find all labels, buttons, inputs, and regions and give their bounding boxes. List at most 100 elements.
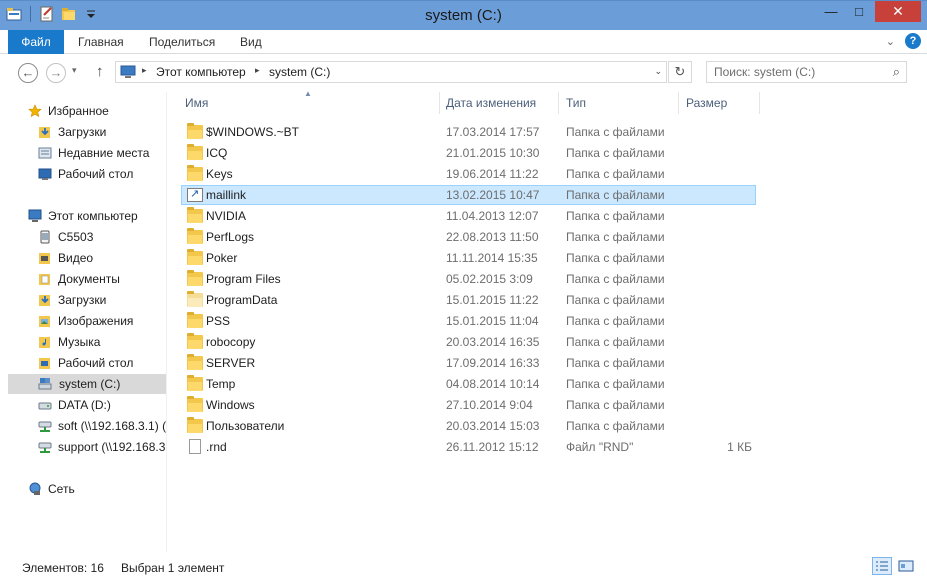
nav-system-c[interactable]: system (C:)	[8, 374, 166, 394]
title-bar: system (C:) — □ ✕	[0, 0, 927, 30]
computer-icon	[28, 209, 42, 223]
nav-device-c5503[interactable]: C5503	[36, 227, 166, 247]
nav-this-pc[interactable]: Этот компьютер	[26, 206, 166, 226]
minimize-button[interactable]: —	[818, 1, 844, 22]
column-divider[interactable]	[678, 92, 679, 114]
tab-share[interactable]: Поделиться	[149, 30, 215, 54]
refresh-button[interactable]: ↻	[668, 61, 692, 83]
table-row-selected[interactable]: maillink 13.02.2015 10:47 Папка с файлам…	[181, 185, 756, 205]
search-input[interactable]: Поиск: system (C:) ⌕	[706, 61, 907, 83]
table-row[interactable]: SERVER 17.09.2014 16:33 Папка с файлами	[181, 353, 756, 373]
tab-view[interactable]: Вид	[240, 30, 262, 54]
file-type: Папка с файлами	[566, 146, 665, 160]
details-view-button[interactable]	[872, 557, 892, 575]
nav-music[interactable]: Музыка	[36, 332, 166, 352]
close-button[interactable]: ✕	[875, 1, 921, 22]
up-button[interactable]: ↑	[96, 63, 104, 80]
column-size[interactable]: Размер	[686, 96, 727, 110]
nav-network[interactable]: Сеть	[26, 479, 166, 499]
back-button[interactable]: ←	[18, 63, 38, 83]
address-bar[interactable]: ▸ Этот компьютер ▸ system (C:) ⌄	[115, 61, 667, 83]
column-date[interactable]: Дата изменения	[446, 96, 536, 110]
table-row[interactable]: Keys 19.06.2014 11:22 Папка с файлами	[181, 164, 756, 184]
folder-icon	[187, 207, 203, 223]
nav-network-drive-soft[interactable]: soft (\\192.168.3.1) (	[36, 416, 166, 436]
table-row[interactable]: robocopy 20.03.2014 16:35 Папка с файлам…	[181, 332, 756, 352]
file-type: Папка с файлами	[566, 209, 665, 223]
file-name: ProgramData	[206, 293, 278, 307]
downloads-folder-icon	[38, 125, 52, 139]
table-row[interactable]: .rnd 26.11.2012 15:12 Файл "RND" 1 КБ	[181, 437, 756, 457]
column-type[interactable]: Тип	[566, 96, 586, 110]
column-divider[interactable]	[759, 92, 760, 114]
file-type: Папка с файлами	[566, 377, 665, 391]
table-row[interactable]: $WINDOWS.~BT 17.03.2014 17:57 Папка с фа…	[181, 122, 756, 142]
help-icon[interactable]: ?	[905, 33, 921, 49]
file-type: Папка с файлами	[566, 356, 665, 370]
nav-fav-desktop[interactable]: Рабочий стол	[36, 164, 166, 184]
column-divider[interactable]	[558, 92, 559, 114]
file-type: Папка с файлами	[566, 251, 665, 265]
network-icon	[28, 482, 42, 496]
large-icons-view-button[interactable]	[896, 557, 916, 575]
file-name: robocopy	[206, 335, 256, 349]
item-count: Элементов: 16	[22, 561, 104, 575]
downloads-folder-icon	[38, 293, 52, 307]
breadcrumb-separator[interactable]: ▸	[255, 65, 260, 76]
breadcrumb-separator[interactable]: ▸	[142, 65, 147, 76]
expand-ribbon-icon[interactable]: ⌄	[886, 35, 895, 48]
device-icon	[38, 230, 52, 244]
table-row[interactable]: Temp 04.08.2014 10:14 Папка с файлами	[181, 374, 756, 394]
maximize-button[interactable]: □	[846, 1, 872, 22]
table-row[interactable]: Poker 11.11.2014 15:35 Папка с файлами	[181, 248, 756, 268]
file-date: 04.08.2014 10:14	[446, 377, 540, 391]
file-date: 15.01.2015 11:04	[446, 314, 539, 328]
search-icon[interactable]: ⌕	[893, 64, 900, 80]
nav-videos[interactable]: Видео	[36, 248, 166, 268]
file-date: 15.01.2015 11:22	[446, 293, 539, 307]
folder-icon	[187, 354, 203, 370]
music-folder-icon	[38, 335, 52, 349]
table-row[interactable]: Пользователи 20.03.2014 15:03 Папка с фа…	[181, 416, 756, 436]
table-row[interactable]: ICQ 21.01.2015 10:30 Папка с файлами	[181, 143, 756, 163]
nav-fav-downloads[interactable]: Загрузки	[36, 122, 166, 142]
nav-documents[interactable]: Документы	[36, 269, 166, 289]
column-divider[interactable]	[439, 92, 440, 114]
file-name: PerfLogs	[206, 230, 255, 244]
desktop-icon	[38, 167, 52, 181]
table-row[interactable]: PSS 15.01.2015 11:04 Папка с файлами	[181, 311, 756, 331]
table-row[interactable]: ProgramData 15.01.2015 11:22 Папка с фай…	[181, 290, 756, 310]
folder-icon	[187, 249, 203, 265]
breadcrumb-system-c[interactable]: system (C:)	[269, 65, 330, 79]
tab-file[interactable]: Файл	[8, 30, 64, 54]
videos-folder-icon	[38, 251, 52, 265]
file-type: Папка с файлами	[566, 293, 665, 307]
computer-icon	[120, 65, 136, 79]
table-row[interactable]: NVIDIA 11.04.2013 12:07 Папка с файлами	[181, 206, 756, 226]
nav-downloads[interactable]: Загрузки	[36, 290, 166, 310]
file-name: $WINDOWS.~BT	[206, 125, 300, 139]
table-row[interactable]: Program Files 05.02.2015 3:09 Папка с фа…	[181, 269, 756, 289]
breadcrumb-this-pc[interactable]: Этот компьютер	[156, 65, 246, 79]
file-date: 20.03.2014 16:35	[446, 335, 540, 349]
column-name[interactable]: Имя	[185, 96, 208, 110]
table-row[interactable]: PerfLogs 22.08.2013 11:50 Папка с файлам…	[181, 227, 756, 247]
file-date: 13.02.2015 10:47	[446, 188, 540, 202]
forward-button[interactable]: →	[46, 63, 66, 83]
recent-locations-dropdown[interactable]: ▾	[72, 65, 77, 76]
tab-home[interactable]: Главная	[78, 30, 124, 54]
file-name: Пользователи	[206, 419, 285, 433]
table-row[interactable]: Windows 27.10.2014 9:04 Папка с файлами	[181, 395, 756, 415]
column-header: Имя Дата изменения Тип Размер	[167, 92, 927, 114]
selection-count: Выбран 1 элемент	[121, 561, 225, 575]
nav-data-d[interactable]: DATA (D:)	[36, 395, 166, 415]
nav-fav-recent-places[interactable]: Недавние места	[36, 143, 166, 163]
nav-favorites[interactable]: Избранное	[26, 101, 166, 121]
address-dropdown-icon[interactable]: ⌄	[654, 66, 662, 77]
nav-desktop[interactable]: Рабочий стол	[36, 353, 166, 373]
nav-pictures[interactable]: Изображения	[36, 311, 166, 331]
network-drive-icon	[38, 440, 52, 454]
folder-icon	[187, 396, 203, 412]
nav-network-drive-support[interactable]: support (\\192.168.3	[36, 437, 166, 457]
folder-icon	[187, 165, 203, 181]
